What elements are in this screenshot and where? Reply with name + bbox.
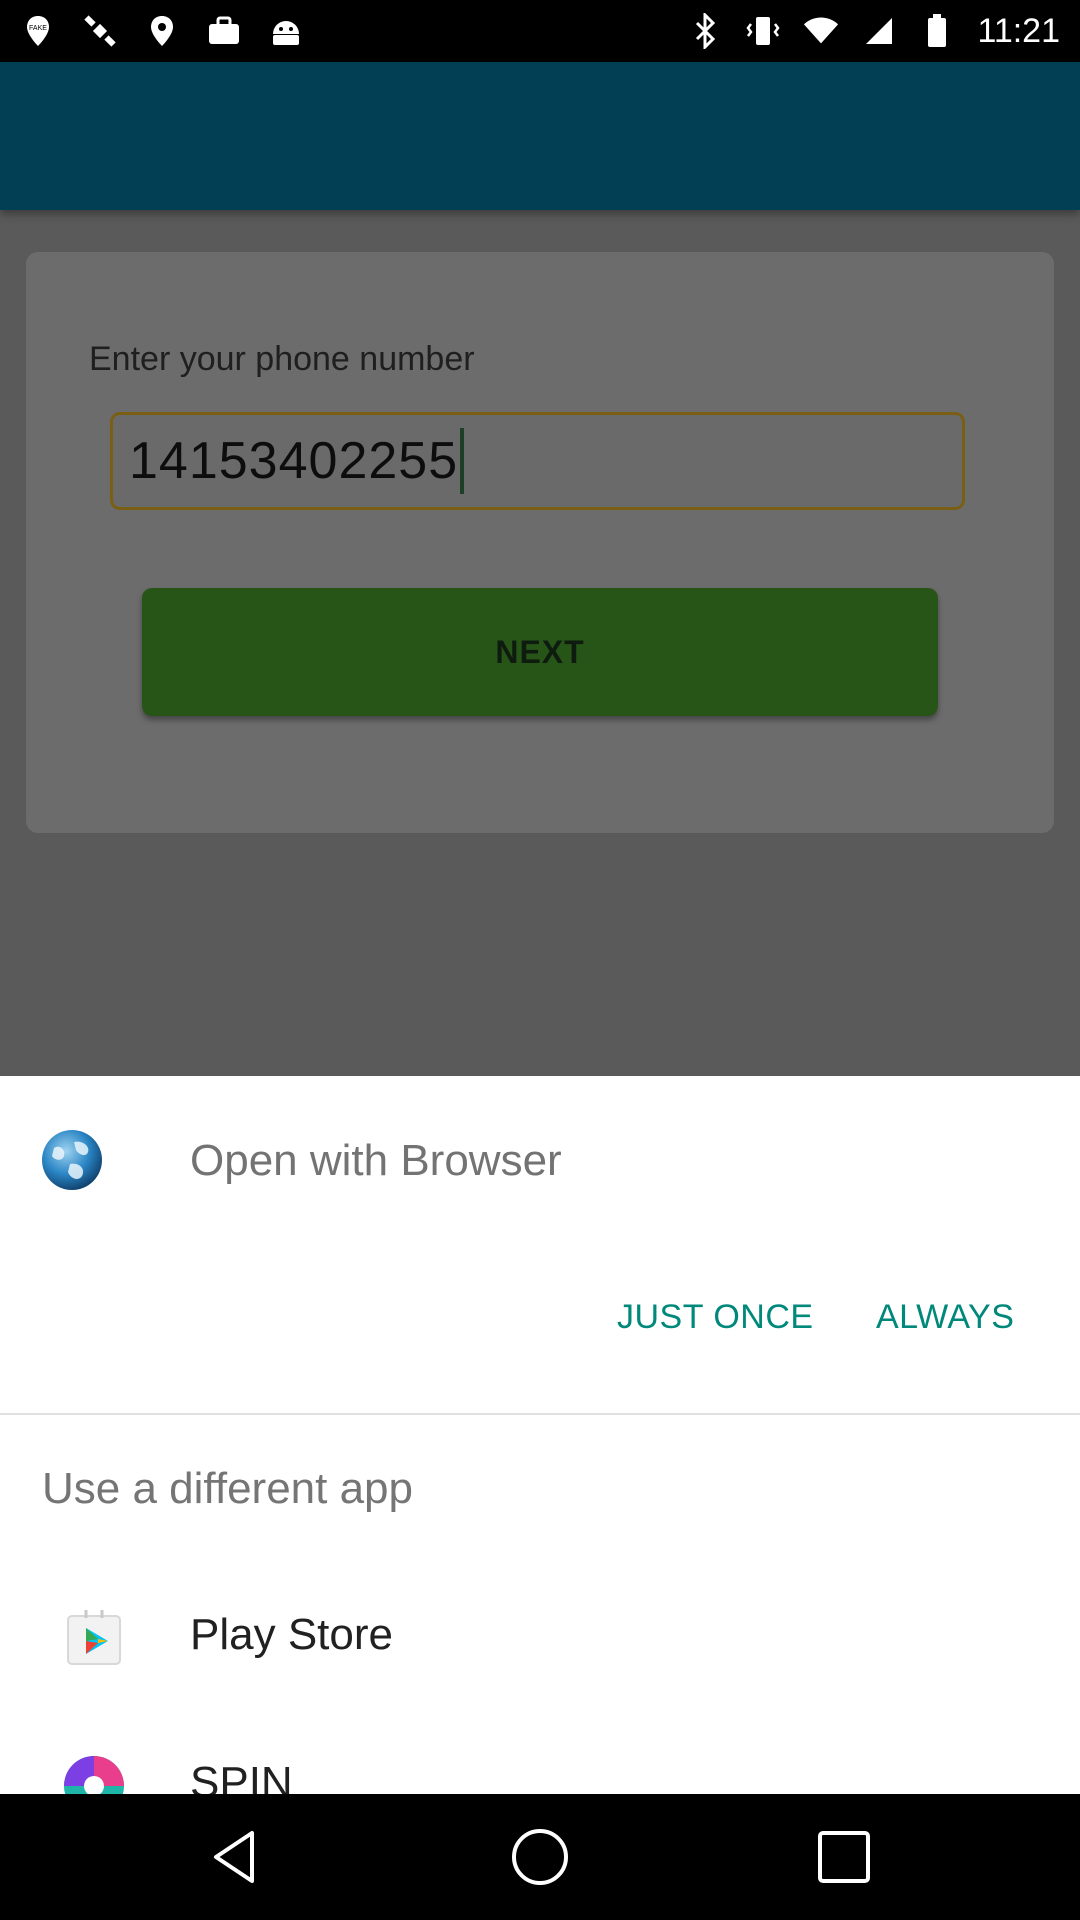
- bluetooth-icon: [687, 13, 723, 49]
- sheet-title: Open with Browser: [190, 1136, 562, 1185]
- battery-icon: [919, 13, 955, 49]
- app-option-play-store[interactable]: Play Store: [0, 1566, 1080, 1706]
- play-store-icon: [62, 1606, 126, 1670]
- fake-gps-icon: FAKE: [20, 13, 56, 49]
- status-time: 11:21: [977, 11, 1060, 50]
- briefcase-icon: [206, 13, 242, 49]
- recents-icon[interactable]: [812, 1825, 876, 1889]
- phone-number-value: 14153402255: [129, 432, 459, 490]
- status-left-icons: FAKE: [20, 0, 304, 62]
- back-icon[interactable]: [206, 1825, 270, 1889]
- vibrate-icon: [745, 13, 781, 49]
- app-label-spin: SPIN: [190, 1758, 293, 1794]
- app-option-spin[interactable]: SPIN: [0, 1710, 1080, 1794]
- android-icon: [268, 13, 304, 49]
- phone-prompt-label: Enter your phone number: [89, 340, 475, 378]
- spin-icon: [62, 1754, 126, 1794]
- text-cursor: [460, 428, 465, 494]
- app-label-play-store: Play Store: [190, 1610, 393, 1659]
- wifi-icon: [803, 13, 839, 49]
- always-button[interactable]: ALWAYS: [876, 1298, 1014, 1337]
- browser-globe-icon: [40, 1128, 104, 1192]
- navigation-bar: [0, 1794, 1080, 1920]
- location-icon: [144, 13, 180, 49]
- just-once-button[interactable]: JUST ONCE: [617, 1298, 814, 1337]
- sheet-divider: [0, 1413, 1080, 1415]
- svg-text:FAKE: FAKE: [29, 25, 47, 32]
- app-header: [0, 62, 1080, 210]
- satellite-icon: [82, 13, 118, 49]
- phone-number-input[interactable]: 14153402255: [110, 412, 965, 510]
- signal-icon: [861, 13, 897, 49]
- use-different-app-label: Use a different app: [42, 1464, 413, 1513]
- home-icon[interactable]: [508, 1825, 572, 1889]
- next-button[interactable]: NEXT: [142, 588, 938, 716]
- status-bar: FAKE 11:21: [0, 0, 1080, 62]
- status-right-icons: 11:21: [687, 0, 1060, 62]
